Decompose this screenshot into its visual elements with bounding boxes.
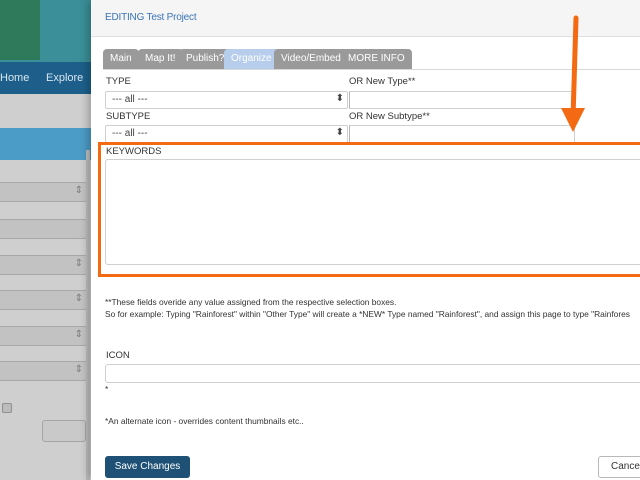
subtype-select[interactable]: --- all --- ⬍ xyxy=(105,125,348,143)
up-down-arrows-icon: ⬍ xyxy=(335,93,344,104)
background-checkbox[interactable] xyxy=(2,403,12,413)
subtype-label: SUBTYPE xyxy=(106,111,151,122)
override-note-line2: So for example: Typing "Rainforest" with… xyxy=(105,309,630,319)
background-logo xyxy=(0,0,40,60)
subtype-select-value: --- all --- xyxy=(112,128,148,139)
tab-map-it[interactable]: Map It! xyxy=(138,49,183,69)
new-subtype-label: OR New Subtype** xyxy=(349,111,430,122)
background-input[interactable] xyxy=(0,219,88,239)
background-select[interactable] xyxy=(0,326,88,346)
icon-label: ICON xyxy=(106,350,130,361)
save-changes-button[interactable]: Save Changes xyxy=(105,456,190,478)
background-nav-home[interactable]: Home xyxy=(0,72,29,84)
background-panel-header xyxy=(0,128,100,160)
background-select[interactable] xyxy=(0,361,88,381)
keywords-textarea[interactable] xyxy=(105,159,640,265)
override-note-line1: **These fields overide any value assigne… xyxy=(105,297,397,307)
new-type-label: OR New Type** xyxy=(349,76,416,87)
type-select[interactable]: --- all --- ⬍ xyxy=(105,91,348,109)
background-nav: Home Explore xyxy=(0,62,100,94)
cancel-button[interactable]: Cancel xyxy=(598,456,640,478)
tab-more-info[interactable]: MORE INFO xyxy=(341,49,412,69)
icon-input[interactable] xyxy=(105,364,640,383)
background-select[interactable] xyxy=(0,290,88,310)
tab-organize[interactable]: Organize xyxy=(224,49,279,69)
orange-arrow-icon xyxy=(561,15,585,132)
type-label: TYPE xyxy=(106,76,131,87)
type-select-value: --- all --- xyxy=(112,94,148,105)
icon-asterisk: * xyxy=(105,384,109,394)
modal-title: EDITING Test Project xyxy=(105,12,197,23)
background-select[interactable] xyxy=(0,182,88,202)
tab-video-embed[interactable]: Video/Embed xyxy=(274,49,348,69)
tab-main[interactable]: Main xyxy=(103,49,139,69)
background-nav-explore[interactable]: Explore xyxy=(46,72,83,84)
background-select[interactable] xyxy=(0,255,88,275)
background-reset-button[interactable] xyxy=(42,420,86,442)
up-down-arrows-icon: ⬍ xyxy=(335,127,344,138)
icon-note: *An alternate icon - overrides content t… xyxy=(105,416,304,426)
background-scrollbar[interactable] xyxy=(86,150,90,480)
keywords-label: KEYWORDS xyxy=(106,146,162,157)
